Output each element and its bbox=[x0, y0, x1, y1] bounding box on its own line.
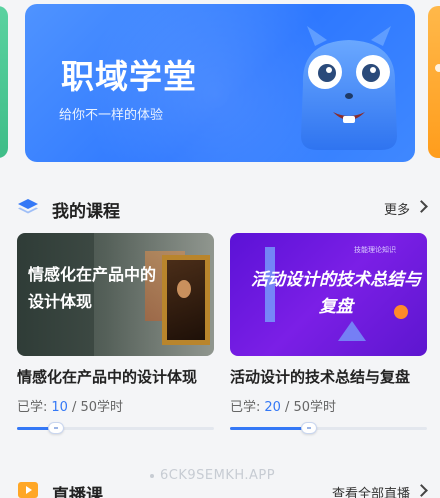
chevron-right-icon[interactable] bbox=[415, 200, 428, 213]
carousel-next-card[interactable] bbox=[428, 6, 440, 158]
live-video-icon bbox=[18, 482, 38, 498]
progress-total: / 50学时 bbox=[71, 400, 123, 415]
course-progress-text: 已学: 20/ 50学时 bbox=[230, 396, 427, 415]
course-title[interactable]: 情感化在产品中的设计体现 bbox=[17, 366, 214, 387]
banner-card[interactable]: 职域学堂 给你不一样的体验 bbox=[25, 4, 415, 162]
carousel-prev-card[interactable] bbox=[0, 6, 8, 158]
progress-total: / 50学时 bbox=[284, 400, 336, 415]
progress-knob bbox=[300, 422, 317, 434]
thumbnail-tag: 技能理论知识 bbox=[354, 246, 396, 254]
live-courses-title: 直播课 bbox=[52, 486, 103, 498]
banner-title: 职域学堂 bbox=[61, 57, 197, 96]
view-all-live-link[interactable]: 查看全部直播 bbox=[332, 483, 410, 498]
progress-done: 20 bbox=[264, 400, 281, 415]
progress-label: 已学: bbox=[230, 400, 261, 415]
course-thumbnail[interactable]: 情感化在产品中的设计体现 bbox=[17, 233, 214, 356]
course-card[interactable]: 技能理论知识 活动设计的技术总结与复盘 活动设计的技术总结与复盘 已学: 20/ … bbox=[230, 233, 427, 434]
progress-label: 已学: bbox=[17, 400, 48, 415]
course-card[interactable]: 情感化在产品中的设计体现 情感化在产品中的设计体现 已学: 10/ 50学时 bbox=[17, 233, 214, 434]
more-courses-link[interactable]: 更多 bbox=[384, 199, 410, 218]
course-thumbnail[interactable]: 技能理论知识 活动设计的技术总结与复盘 bbox=[230, 233, 427, 356]
banner-subtitle: 给你不一样的体验 bbox=[59, 108, 164, 123]
thumbnail-caption: 情感化在产品中的设计体现 bbox=[28, 265, 157, 311]
my-courses-header: 我的课程 更多 bbox=[0, 194, 440, 222]
layers-icon bbox=[18, 199, 38, 214]
progress-bar bbox=[230, 422, 427, 434]
course-progress-text: 已学: 10/ 50学时 bbox=[17, 396, 214, 415]
progress-done: 10 bbox=[51, 400, 68, 415]
course-title[interactable]: 活动设计的技术总结与复盘 bbox=[230, 366, 427, 387]
progress-bar bbox=[17, 422, 214, 434]
progress-fill bbox=[230, 427, 309, 430]
thumbnail-caption: 活动设计的技术总结与复盘 bbox=[251, 270, 421, 317]
progress-knob bbox=[48, 422, 65, 434]
chevron-right-icon[interactable] bbox=[415, 484, 428, 497]
watermark: 6CK9SEMKH.APP bbox=[150, 468, 275, 483]
banner-carousel[interactable]: 职域学堂 给你不一样的体验 bbox=[0, 0, 440, 170]
my-courses-title: 我的课程 bbox=[52, 202, 120, 222]
mascot-illustration bbox=[301, 26, 397, 150]
painting-illustration bbox=[162, 255, 210, 345]
